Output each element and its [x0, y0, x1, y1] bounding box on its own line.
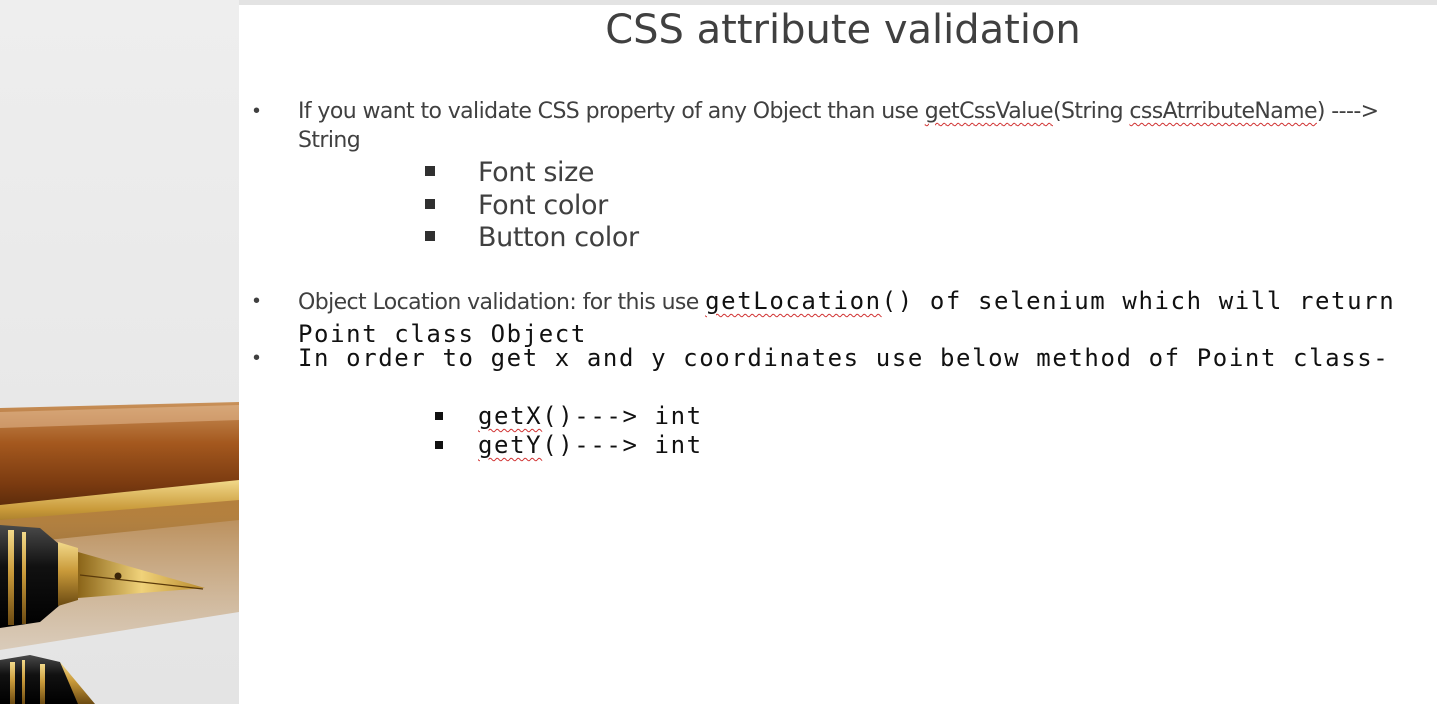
bullet-text: In order to get x and y coordinates use … — [298, 344, 1390, 372]
square-bullet-icon — [435, 441, 443, 449]
method-name: getY — [478, 431, 543, 459]
text-segment: (String — [1052, 99, 1130, 124]
pen-photo-panel — [0, 0, 239, 704]
param-name: cssAtrributeName — [1129, 99, 1317, 124]
sub-item-label: getY()---> int — [478, 431, 703, 460]
method-name: getLocation — [705, 287, 882, 315]
bullet-text: Object Location validation: for this use… — [298, 287, 1418, 352]
sub-item-label: Font size — [478, 157, 595, 188]
slide-title: CSS attribute validation — [605, 7, 1081, 53]
sub-item-label: Font color — [478, 190, 608, 221]
text-segment: If you want to validate CSS property of … — [298, 99, 925, 124]
fountain-pen-image — [0, 402, 239, 704]
square-bullet-icon — [425, 231, 435, 241]
sub-item-label: getX()---> int — [478, 402, 703, 431]
text-segment: ()---> int — [542, 431, 703, 459]
presentation-view: CSS attribute validation • If you want t… — [0, 0, 1437, 704]
square-bullet-icon — [425, 199, 435, 209]
slide-canvas: CSS attribute validation • If you want t… — [239, 5, 1437, 704]
square-bullet-icon — [425, 166, 435, 176]
method-name: getCssValue — [924, 99, 1054, 124]
bullet-dot: • — [253, 100, 261, 122]
bullet-text: If you want to validate CSS property of … — [298, 97, 1418, 155]
square-bullet-icon — [435, 412, 443, 420]
text-segment: ()---> int — [542, 402, 703, 430]
sub-item-label: Button color — [478, 222, 639, 253]
bullet-dot: • — [253, 290, 261, 312]
text-segment: Object Location validation: for this use — [298, 290, 706, 315]
bullet-dot: • — [253, 347, 261, 369]
method-name: getX — [478, 402, 543, 430]
